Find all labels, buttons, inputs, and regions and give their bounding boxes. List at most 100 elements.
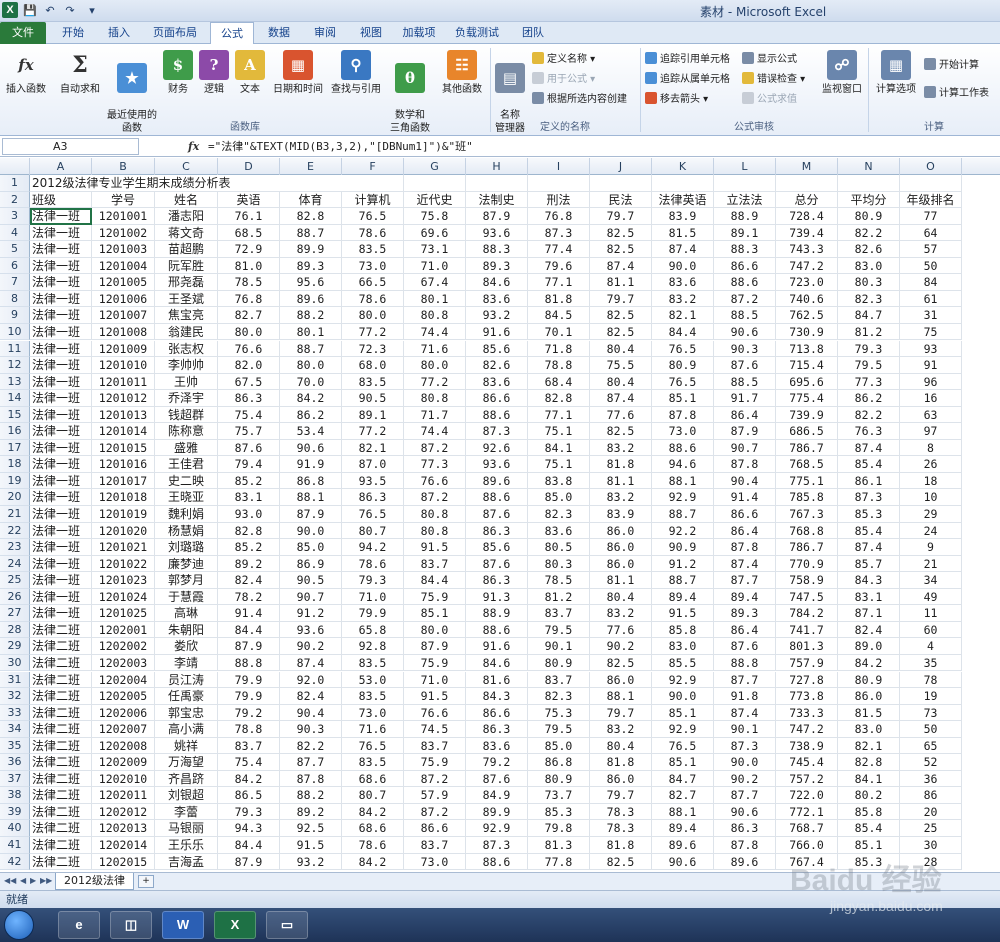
row-header[interactable]: 3	[0, 208, 30, 225]
header-cell[interactable]: 计算机	[342, 191, 404, 209]
cell[interactable]: 70.0	[280, 373, 342, 391]
cell[interactable]: 87.2	[404, 439, 466, 457]
cell[interactable]: 85.6	[466, 539, 528, 556]
cell[interactable]: 1201014	[92, 423, 155, 440]
cell[interactable]: 76.5	[652, 373, 714, 391]
cell[interactable]: 80.1	[280, 323, 342, 341]
cell[interactable]: 16	[900, 390, 962, 407]
cell[interactable]: 79.9	[342, 605, 404, 622]
cell[interactable]: 31	[900, 307, 962, 324]
cell[interactable]: 727.8	[776, 671, 838, 689]
column-header-o[interactable]: O	[900, 158, 962, 175]
column-header-h[interactable]: H	[466, 158, 528, 175]
cell[interactable]: 77.2	[342, 323, 404, 341]
cell[interactable]: 82.4	[838, 621, 900, 639]
cell[interactable]: 82.5	[590, 241, 652, 258]
undo-icon[interactable]: ↶	[42, 3, 58, 19]
row-header[interactable]: 34	[0, 721, 30, 738]
cell[interactable]: 741.7	[776, 621, 838, 639]
cell[interactable]: 768.7	[776, 820, 838, 837]
cell[interactable]: 王晓亚	[155, 489, 218, 506]
cell[interactable]: 88.9	[466, 605, 528, 622]
cell[interactable]: 法律二班	[30, 638, 92, 655]
cell[interactable]: 80.4	[590, 737, 652, 755]
cell[interactable]: 90.6	[714, 323, 776, 341]
cell[interactable]: 57	[900, 241, 962, 258]
header-cell[interactable]: 近代史	[404, 191, 466, 209]
cell[interactable]: 76.5	[342, 737, 404, 755]
cell[interactable]: 79.3	[838, 340, 900, 358]
row-header[interactable]: 32	[0, 688, 30, 705]
cell[interactable]: 90.6	[652, 853, 714, 871]
cell[interactable]: 79.4	[218, 456, 280, 473]
cell[interactable]: 82.1	[342, 439, 404, 457]
cell[interactable]: 80.0	[404, 621, 466, 639]
cell[interactable]: 92.9	[652, 671, 714, 689]
cell[interactable]: 91.5	[280, 837, 342, 854]
cell[interactable]: 李帅帅	[155, 357, 218, 374]
cell[interactable]: 775.1	[776, 472, 838, 490]
cell[interactable]: 87.3	[466, 837, 528, 854]
cell[interactable]: 86.8	[280, 472, 342, 490]
cell[interactable]: 90.5	[280, 572, 342, 589]
cell[interactable]: 84.2	[342, 803, 404, 821]
sheet-title-cell[interactable]: 2012级法律专业学生期末成绩分析表	[30, 175, 342, 192]
cell[interactable]: 86.4	[714, 621, 776, 639]
cell[interactable]: 81.8	[590, 837, 652, 854]
cell[interactable]: 73	[900, 704, 962, 722]
row-header[interactable]: 39	[0, 803, 30, 821]
cell[interactable]: 82.8	[218, 522, 280, 540]
cell[interactable]: 93.0	[218, 506, 280, 523]
cell[interactable]: 1201007	[92, 307, 155, 324]
cell[interactable]: 82.5	[590, 323, 652, 341]
cell[interactable]: 75.9	[404, 654, 466, 672]
cell[interactable]: 52	[900, 754, 962, 771]
cell[interactable]: 768.5	[776, 456, 838, 473]
cell[interactable]: 法律二班	[30, 770, 92, 788]
cell[interactable]: 90.3	[280, 721, 342, 738]
cell[interactable]: 91.9	[280, 456, 342, 473]
save-icon[interactable]: 💾	[22, 3, 38, 19]
cell[interactable]: 法律一班	[30, 323, 92, 341]
cell[interactable]	[404, 175, 466, 192]
row-header[interactable]: 12	[0, 357, 30, 374]
cell[interactable]: 李蕾	[155, 803, 218, 821]
cell[interactable]: 87.8	[652, 406, 714, 424]
prev-sheet-icon[interactable]: ◀	[20, 876, 26, 885]
cell[interactable]: 法律一班	[30, 489, 92, 506]
cell[interactable]: 83.5	[342, 373, 404, 391]
trace-dependents-button[interactable]: 追踪从属单元格	[645, 72, 730, 88]
cell[interactable]: 85.2	[218, 539, 280, 556]
cell[interactable]: 1201025	[92, 605, 155, 622]
insert-function-button[interactable]: fx 插入函数	[4, 50, 48, 96]
cell[interactable]: 87.9	[218, 853, 280, 871]
cell[interactable]: 88.6	[466, 406, 528, 424]
sheet-tab[interactable]: 2012级法律	[55, 873, 134, 890]
cell[interactable]: 法律一班	[30, 373, 92, 391]
cell[interactable]: 94.2	[342, 539, 404, 556]
row-header[interactable]: 1	[0, 175, 30, 192]
cell[interactable]: 法律二班	[30, 787, 92, 804]
row-header[interactable]: 2	[0, 191, 30, 209]
define-name-button[interactable]: 定义名称 ▾	[532, 52, 595, 68]
cell[interactable]: 50	[900, 257, 962, 275]
cell[interactable]: 87.4	[714, 704, 776, 722]
cell[interactable]: 86.6	[714, 257, 776, 275]
row-header[interactable]: 42	[0, 853, 30, 871]
cell[interactable]: 86.3	[466, 522, 528, 540]
cell[interactable]: 92.9	[466, 820, 528, 837]
cell[interactable]: 任禹豪	[155, 688, 218, 705]
cell[interactable]: 87.8	[714, 456, 776, 473]
row-header[interactable]: 9	[0, 307, 30, 324]
cell[interactable]: 91.2	[280, 605, 342, 622]
row-header[interactable]: 21	[0, 506, 30, 523]
header-cell[interactable]: 立法法	[714, 191, 776, 209]
header-cell[interactable]: 体育	[280, 191, 342, 209]
cell[interactable]: 78.6	[342, 224, 404, 242]
cell[interactable]: 91	[900, 357, 962, 374]
row-header[interactable]: 10	[0, 323, 30, 341]
cell[interactable]: 86	[900, 787, 962, 804]
remove-arrows-button[interactable]: 移去箭头 ▾	[645, 92, 708, 108]
cell[interactable]: 29	[900, 506, 962, 523]
row-header[interactable]: 36	[0, 754, 30, 771]
